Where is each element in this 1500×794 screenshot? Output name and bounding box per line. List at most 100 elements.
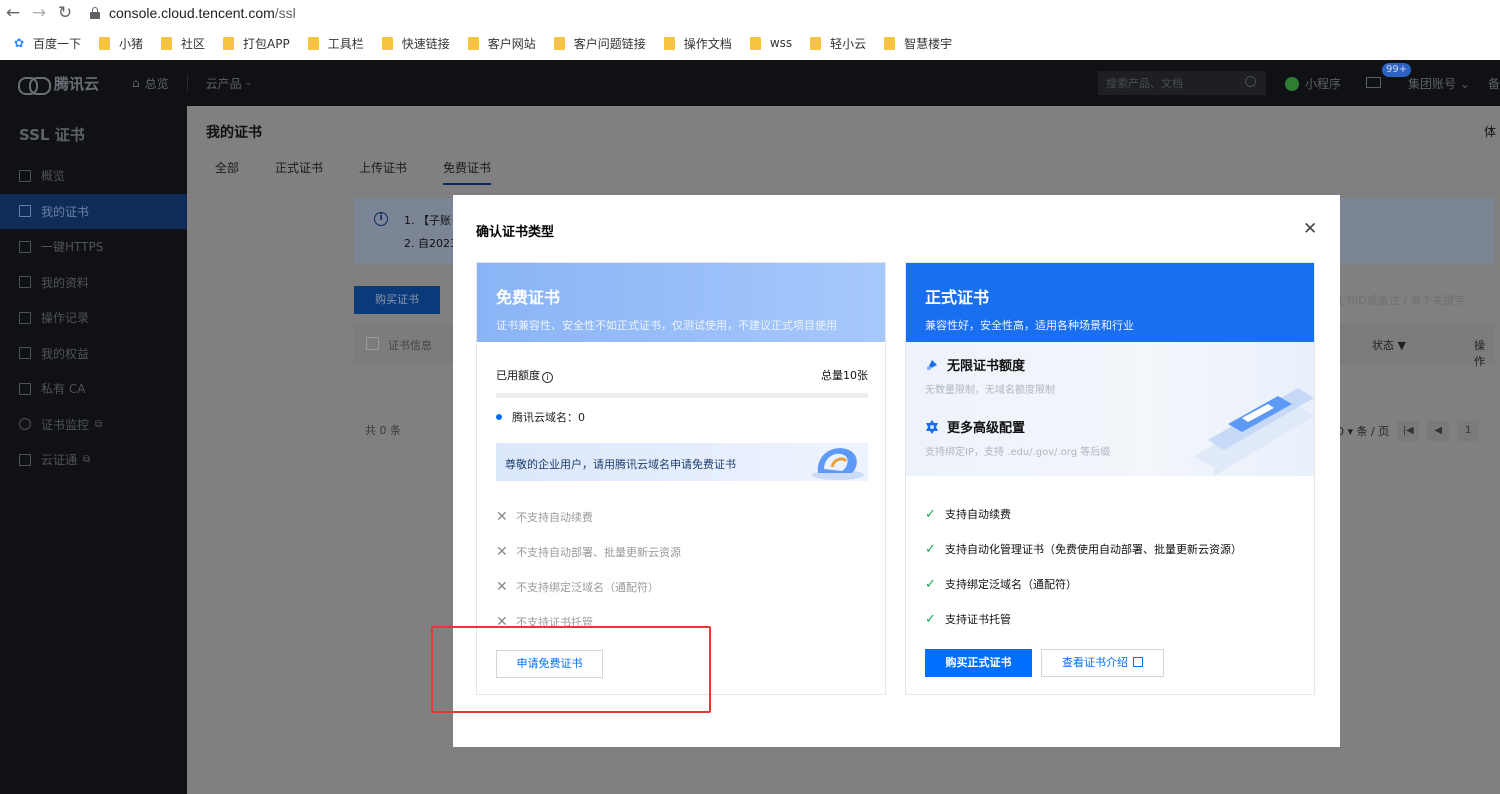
free-feature-item: ✕ 不支持证书托管 [496,614,593,630]
gear-badge-icon [926,419,938,434]
bookmark-folder[interactable]: 小猪 [99,35,143,52]
certificate-search-input[interactable]: 证书ID或备注 / 单个关键字 [1327,288,1497,314]
formal-cert-perks: 无限证书额度 无数量限制，无域名额度限制 更多高级配置 支持绑定IP，支持 .e… [906,342,1314,476]
product-search-input[interactable]: 搜索产品、文档 [1098,71,1266,95]
quota-progress-bar [496,393,868,398]
bookmark-folder[interactable]: 智慧楼宇 [884,35,952,52]
tab-upload[interactable]: 上传证书 [359,159,407,185]
page-size-select[interactable]: 0 ▾ 条 / 页 [1337,423,1389,439]
sidebar-item-private-ca[interactable]: 私有 CA [0,371,187,407]
select-all-checkbox[interactable] [366,337,379,350]
bookmark-folder[interactable]: 快速链接 [381,35,450,52]
mini-program-link[interactable]: 小程序 [1285,75,1341,92]
filter-icon[interactable]: ▼ [1398,339,1406,352]
bookmark-folder[interactable]: 客户问题链接 [553,35,646,52]
ca-icon [19,382,31,395]
status-column-header[interactable]: 状态 ▼ [1372,337,1406,353]
formal-feature-item: ✓ 支持自动化管理证书（免费使用自动部署、批量更新云资源） [925,541,1242,557]
quota-row: 已用额度 i 总量10张 [496,369,868,383]
formal-cert-card: 正式证书 兼容性好，安全性高，适用各种场景和行业 无限证书额度 无数量限制，无域… [905,262,1315,695]
sidebar-item-monitor[interactable]: 证书监控 ⧉ [0,407,187,443]
sidebar-item-overview[interactable]: 概览 [0,158,187,194]
cross-icon: ✕ [496,544,508,560]
arrow-left-icon[interactable]: ← [0,0,26,26]
formal-feature-item: ✓ 支持自动续费 [925,506,1011,522]
enterprise-notice-banner: 尊敬的企业用户，请用腾讯云域名申请免费证书 [496,443,868,481]
gift-icon [19,347,31,360]
tencent-domain-count: 腾讯云域名：0 [496,409,585,425]
console-topnav: 腾讯云 ⌂ 总览 云产品 ⌄ 搜索产品、文档 小程序 集团账号 ⌄ 备 [0,60,1500,106]
reload-icon[interactable]: ↻ [52,0,78,26]
record-icon [19,311,31,324]
sidebar-item-my-certificates[interactable]: 我的证书 [0,193,187,229]
search-icon[interactable] [1245,76,1256,87]
sidebar: SSL 证书 概览 我的证书 一键HTTPS 我的资料 操作记录 我的权益 私有… [0,106,187,794]
formal-feature-item: ✓ 支持证书托管 [925,611,1011,627]
bookmark-folder[interactable]: 轻小云 [810,35,866,52]
bookmark-folder[interactable]: 打包APP [223,35,290,52]
folder-icon [810,36,822,50]
info-icon: i [374,212,388,226]
formal-feature-item: ✓ 支持绑定泛域名（通配符） [925,576,1077,592]
buy-formal-cert-button[interactable]: 购买正式证书 [925,649,1032,677]
page-title: 我的证书 [206,125,262,141]
free-feature-item: ✕ 不支持自动部署、批量更新云资源 [496,544,681,560]
bookmark-folder[interactable]: 操作文档 [663,35,732,52]
overview-link[interactable]: ⌂ 总览 [132,75,169,92]
brand-logo[interactable]: 腾讯云 [18,73,106,95]
message-count-badge: 99+ [1382,63,1412,77]
products-menu[interactable]: 云产品 ⌄ [206,75,253,92]
cloud-logo-icon [18,74,51,95]
page-number[interactable]: 1 [1457,421,1480,441]
folder-icon [99,36,111,50]
tab-all[interactable]: 全部 [215,159,239,185]
external-link-icon: ⧉ [83,454,91,466]
check-icon: ✓ [925,506,936,522]
page-edge-text[interactable]: 体 [1484,123,1496,140]
bookmark-baidu[interactable]: ✿ 百度一下 [14,35,81,52]
folder-icon [749,36,761,50]
folder-icon [381,36,393,50]
topnav-edge-item[interactable]: 备 [1488,75,1500,92]
baidu-paw-icon: ✿ [14,35,25,50]
sidebar-item-rights[interactable]: 我的权益 [0,336,187,372]
external-link-icon: ⧉ [95,418,103,430]
tab-free[interactable]: 免费证书 [443,159,492,185]
confirm-cert-type-dialog: 确认证书类型 ✕ 免费证书 证书兼容性、安全性不如正式证书，仅测试使用，不建议正… [453,195,1340,747]
folder-icon [223,36,235,50]
sidebar-title: SSL 证书 [19,126,85,144]
chevron-down-icon: ⌄ [244,78,253,88]
buy-certificate-button[interactable]: 购买证书 [354,286,440,314]
prev-page-button[interactable]: ◀ [1427,421,1450,441]
sidebar-item-cloud-cert[interactable]: 云证通 ⧉ [0,442,187,478]
bookmark-folder[interactable]: 社区 [161,35,205,52]
free-cert-card: 免费证书 证书兼容性、安全性不如正式证书，仅测试使用，不建议正式项目使用 已用额… [476,262,886,695]
check-icon: ✓ [925,576,936,592]
sidebar-item-my-info[interactable]: 我的资料 [0,265,187,301]
folder-icon [161,36,173,50]
first-page-button[interactable]: |◀ [1397,421,1420,441]
cross-icon: ✕ [496,579,508,595]
info-icon[interactable]: i [542,372,553,383]
close-icon[interactable]: ✕ [1303,221,1317,238]
view-cert-intro-button[interactable]: 查看证书介绍 [1041,649,1164,677]
folder-icon [467,36,479,50]
bookmark-folder[interactable]: wss [749,36,792,50]
account-menu[interactable]: 集团账号 ⌄ [1408,75,1470,92]
bookmark-folder[interactable]: 工具栏 [307,35,364,52]
folder-icon [663,36,675,50]
folder-icon [19,276,31,289]
sidebar-item-https[interactable]: 一键HTTPS [0,229,187,265]
url-field[interactable]: console.cloud.tencent.com/ssl [109,5,296,21]
mini-program-icon [1285,76,1299,91]
tab-formal[interactable]: 正式证书 [275,159,323,185]
free-feature-item: ✕ 不支持绑定泛域名（通配符） [496,579,659,595]
apply-free-cert-button[interactable]: 申请免费证书 [496,650,603,678]
sidebar-item-records[interactable]: 操作记录 [0,300,187,336]
bookmark-folder[interactable]: 客户网站 [467,35,536,52]
perk-advanced: 更多高级配置 支持绑定IP，支持 .edu/.gov/.org 等后缀 [925,419,1111,458]
lock-icon[interactable] [90,7,100,19]
check-icon: ✓ [925,611,936,627]
mail-icon[interactable] [1366,77,1381,88]
arrow-right-icon[interactable]: → [26,0,52,26]
